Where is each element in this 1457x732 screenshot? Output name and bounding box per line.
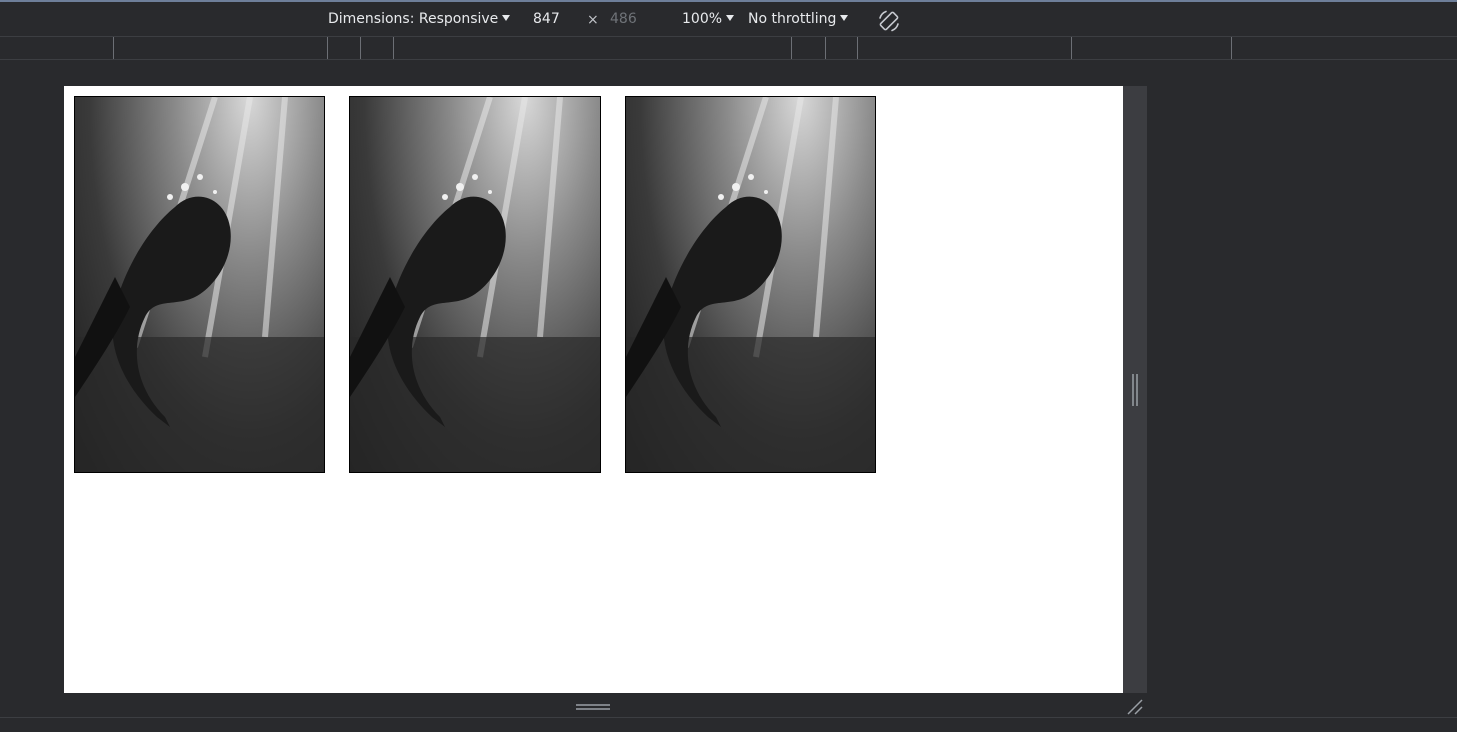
zoom-dropdown[interactable]: 100% [682,10,735,30]
underwater-figure-image [350,97,600,472]
zoom-label: 100% [682,11,723,27]
gallery-image [624,96,876,473]
page-viewport [64,86,1123,693]
dimensions-dropdown[interactable]: Dimensions: Responsive [328,10,511,30]
ruler-tick [1231,37,1232,59]
ruler-tick [393,37,394,59]
ruler-tick [113,37,114,59]
ruler-tick [327,37,328,59]
gallery-image [349,96,601,473]
ruler-tick [825,37,826,59]
drawer-tab-strip [0,717,1457,732]
horizontal-grip-icon[interactable] [576,702,610,712]
times-symbol: × [587,12,599,28]
media-query-ruler [0,36,1457,60]
underwater-figure-image [75,97,325,472]
ruler-tick [360,37,361,59]
throttling-label: No throttling [748,11,837,27]
height-input[interactable] [610,9,654,29]
chevron-down-icon [726,15,735,21]
width-input[interactable] [533,9,577,29]
corner-resize-icon[interactable] [1126,698,1144,716]
ruler-tick [791,37,792,59]
vertical-grip-icon[interactable] [1131,374,1139,406]
throttling-dropdown[interactable]: No throttling [748,10,849,30]
chevron-down-icon [502,15,511,21]
ruler-tick [857,37,858,59]
image-gallery [74,96,876,473]
gallery-image [74,96,326,473]
rotate-icon[interactable] [876,8,902,34]
ruler-tick [1071,37,1072,59]
dimensions-label: Dimensions: Responsive [328,11,499,27]
underwater-figure-image [625,97,875,472]
chevron-down-icon [840,15,849,21]
device-toolbar: Dimensions: Responsive × 100% No throttl… [0,0,1457,36]
